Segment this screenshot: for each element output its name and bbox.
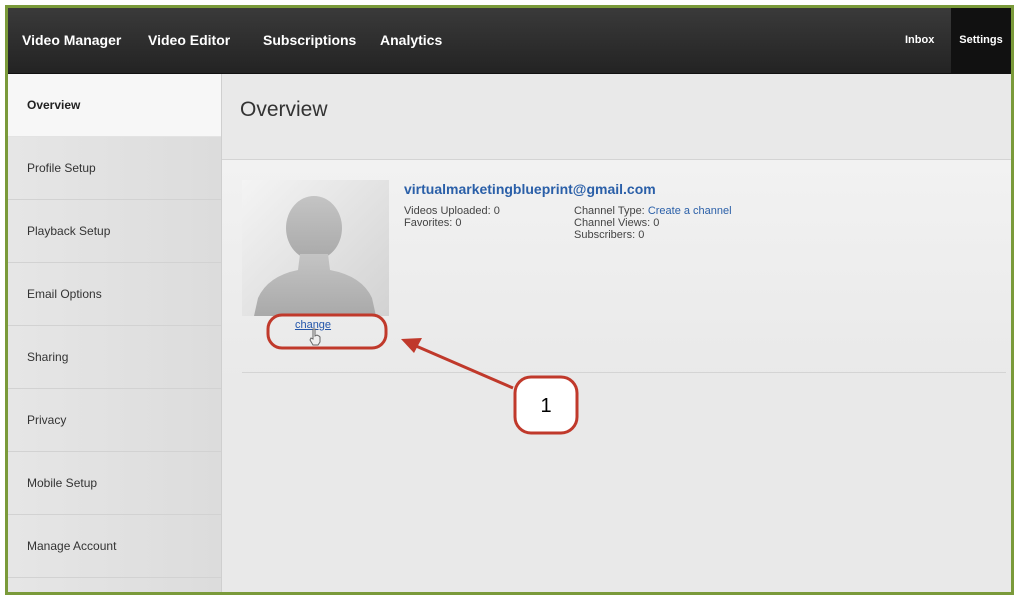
sidebar-item-mobile-setup[interactable]: Mobile Setup — [8, 452, 221, 515]
sidebar-item-playback-setup[interactable]: Playback Setup — [8, 200, 221, 263]
settings-sidebar: Overview Profile Setup Playback Setup Em… — [8, 74, 222, 592]
default-user-silhouette-icon — [254, 196, 376, 316]
nav-settings[interactable]: Settings — [951, 8, 1011, 73]
videos-uploaded-stat: Videos Uploaded: 0 — [404, 205, 500, 217]
avatar[interactable] — [242, 180, 389, 316]
channel-type-stat: Channel Type: Create a channel — [574, 206, 732, 217]
channel-views-stat: Channel Views: 0 — [574, 217, 660, 229]
hand-cursor-icon — [309, 328, 321, 346]
divider — [242, 372, 1006, 373]
nav-inbox[interactable]: Inbox — [905, 8, 934, 73]
main-content: Overview change virtualmarketingblueprin… — [222, 74, 1011, 592]
sidebar-item-email-options[interactable]: Email Options — [8, 263, 221, 326]
account-email-link[interactable]: virtualmarketingblueprint@gmail.com — [404, 181, 656, 197]
profile-overview-panel: change virtualmarketingblueprint@gmail.c… — [222, 160, 1011, 380]
nav-analytics[interactable]: Analytics — [380, 8, 442, 73]
sidebar-item-overview[interactable]: Overview — [8, 74, 221, 137]
sidebar-item-profile-setup[interactable]: Profile Setup — [8, 137, 221, 200]
favorites-stat: Favorites: 0 — [404, 217, 462, 229]
create-channel-link[interactable]: Create a channel — [648, 205, 732, 217]
top-navigation-bar: Video Manager Video Editor Subscriptions… — [8, 8, 1011, 74]
nav-video-manager[interactable]: Video Manager — [22, 8, 121, 73]
screenshot-frame: Video Manager Video Editor Subscriptions… — [5, 5, 1014, 595]
sidebar-item-manage-account[interactable]: Manage Account — [8, 515, 221, 578]
subscribers-stat: Subscribers: 0 — [574, 229, 645, 241]
channel-type-label: Channel Type: — [574, 205, 645, 217]
nav-subscriptions[interactable]: Subscriptions — [263, 8, 356, 73]
nav-video-editor[interactable]: Video Editor — [148, 8, 230, 73]
sidebar-item-privacy[interactable]: Privacy — [8, 389, 221, 452]
page-title: Overview — [240, 98, 328, 121]
sidebar-item-sharing[interactable]: Sharing — [8, 326, 221, 389]
